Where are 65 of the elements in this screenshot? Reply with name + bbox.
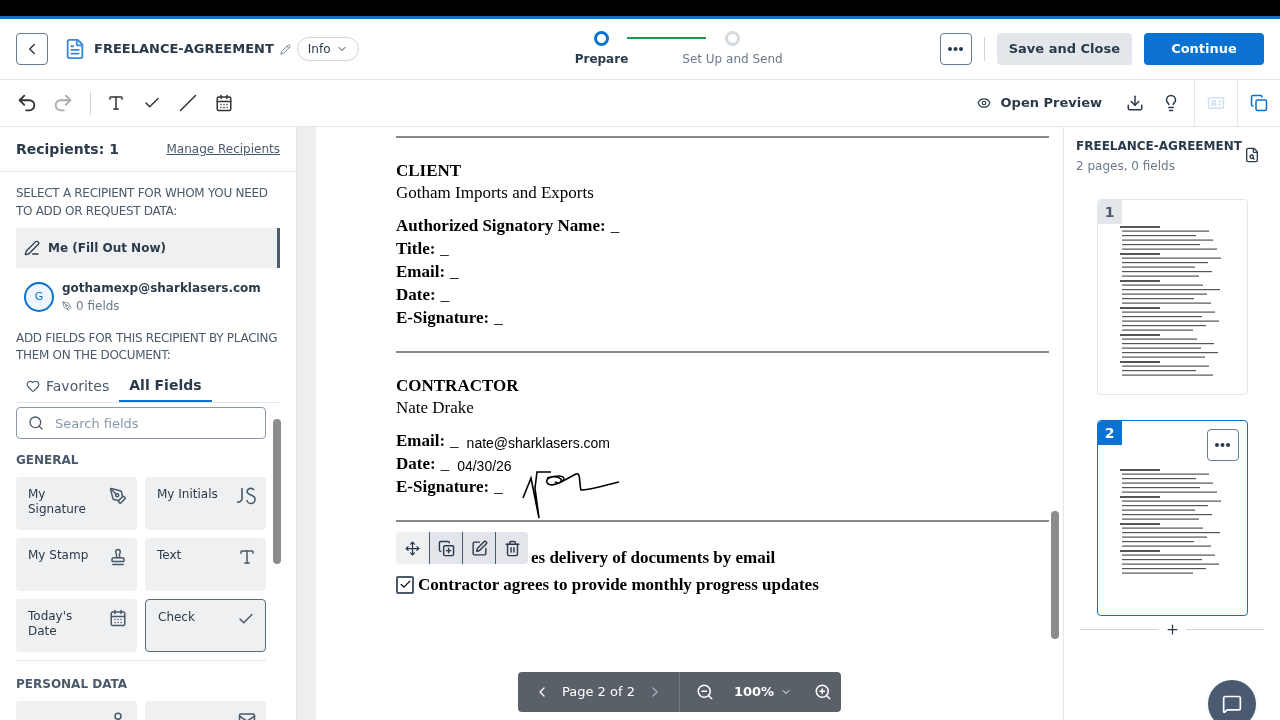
field-label: Email: [396,430,446,452]
page-number: 2 [1097,421,1122,445]
continue-button[interactable]: Continue [1144,33,1264,65]
section-heading: CONTRACTOR [396,375,520,397]
field-label: My Signature [28,487,87,517]
field-tile[interactable]: My Initials [145,477,266,530]
blank-line: _ [440,284,450,306]
blank-line: _ [494,307,503,329]
section-heading: CLIENT [396,160,463,182]
field-label: Text [157,548,183,563]
section-caption: ADD FIELDS FOR THIS RECIPIENT BY PLACING THEM ON THE DOCUMENT: [16,330,279,364]
field-label: E-Signature: [396,307,490,329]
party-name: Gotham Imports and Exports [396,182,595,204]
blank-line: _ [494,476,503,498]
step-label[interactable]: Prepare [574,49,629,68]
group-heading: GENERAL [16,452,80,469]
field-label: E-Signature: [396,476,490,498]
blank-line: _ [450,430,459,452]
field-label: Authorized Signatory Name: [396,215,606,237]
field-label: Title: [396,238,436,260]
field-tile[interactable]: My Stamp [16,538,137,591]
panel-title: FREELANCE-AGREEMENT [1076,138,1242,155]
blank-line: _ [440,238,449,260]
page-thumbnail[interactable]: 2 [1096,420,1248,616]
recipient-item[interactable]: G gothamexp@sharklasers.com 0 fields [16,274,280,320]
field-label: My Stamp [28,548,90,563]
recipient-name: Me (Fill Out Now) [48,240,166,257]
blank-line: _ [440,453,450,475]
recipient-email: gothamexp@sharklasers.com [62,280,261,297]
field-label: Check [158,610,196,625]
field-label: My Initials [157,487,219,502]
field-count: 0 fields [76,298,120,315]
field-label: Date: [396,284,436,306]
field-label: Today's Date [28,609,74,639]
page-thumbnail[interactable]: 1 [1096,199,1248,395]
recipients-count: Recipients: 1 [16,139,119,159]
page-number: 1 [1097,200,1122,224]
blank-line: _ [610,215,620,237]
field-label: Email: [396,261,446,283]
checkbox-label: Contractor agrees to provide monthly progress updates [418,573,819,596]
panel-subtitle: 2 pages, 0 fields [1076,158,1176,175]
party-name: Nate Drake [396,397,475,419]
document-title: FREELANCE-AGREEMENT [94,40,274,59]
filled-value: 04/30/26 [456,457,512,475]
avatar: G [24,282,54,312]
save-and-close-button[interactable]: Save and Close [996,33,1132,65]
recipient-item[interactable]: Me (Fill Out Now) [16,228,280,268]
search-field[interactable]: Search fields [16,407,266,439]
field-tile[interactable]: My Signature [16,477,137,530]
page-indicator: Page 2 of 2 [562,683,635,702]
step-label[interactable]: Set Up and Send [682,49,783,68]
zoom-dropdown[interactable]: 100% [733,682,793,702]
section-caption: SELECT A RECIPIENT FOR WHOM YOU NEED TO ADD OR REQUEST DATA: [16,185,269,220]
fields-tab[interactable]: Favorites [16,370,120,402]
checkbox-label: es delivery of documents by email [531,546,776,569]
field-tile[interactable]: Today's Date [16,599,137,652]
blank-line: _ [450,261,459,283]
manage-recipients-link[interactable]: Manage Recipients [166,140,280,158]
field-tile[interactable]: Check [145,599,266,652]
group-heading: PERSONAL DATA [16,676,129,693]
field-label: Date: [396,453,436,475]
fields-tab[interactable]: All Fields [119,370,212,402]
field-tile[interactable]: Text [145,538,266,591]
open-preview-button[interactable]: Open Preview [976,93,1102,113]
filled-value: nate@sharklasers.com [465,434,610,452]
